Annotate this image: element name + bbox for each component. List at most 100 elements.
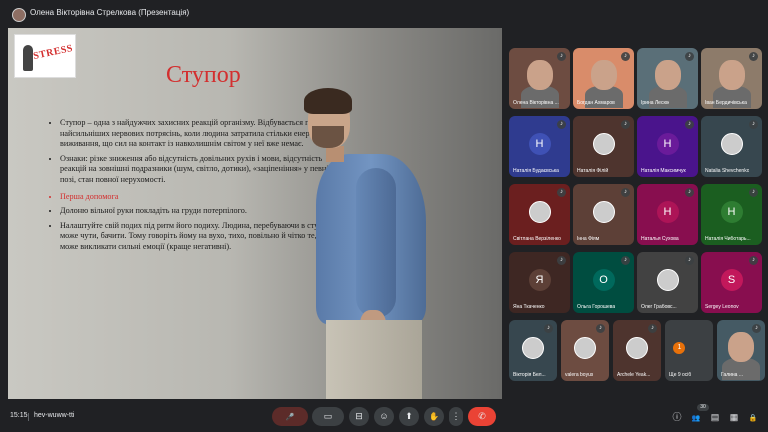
participant-tile[interactable]: ♪ Світлана Верзіленко	[509, 184, 570, 245]
mic-muted-icon: ♪	[557, 52, 566, 61]
participant-name: Олег Грабовс...	[641, 304, 677, 310]
participant-name: Інна Фіям	[577, 236, 600, 242]
participant-tile[interactable]: 1 Ще 9 осіб	[665, 320, 713, 381]
mic-muted-icon: ♪	[749, 120, 758, 129]
participant-name: Наталія Філій	[577, 168, 609, 174]
emoji-icon: ☺	[379, 411, 389, 421]
present-button[interactable]: ⬆	[399, 407, 419, 426]
participant-tile[interactable]: Н ♪ Наталія Будаєвська	[509, 116, 570, 177]
chat-button[interactable]: ▤	[708, 410, 722, 424]
mic-muted-icon: ♪	[621, 120, 630, 129]
participant-name: Галина ...	[721, 372, 744, 378]
participant-photo-avatar	[592, 201, 615, 224]
participant-tile[interactable]: ♪ Наталія Філій	[573, 116, 634, 177]
mic-muted-icon: ♪	[544, 324, 553, 333]
mic-muted-icon: ♪	[557, 188, 566, 197]
presentation-slide: STRESS Ступор Ступор – одна з найдужчих …	[8, 28, 502, 399]
meeting-time: 15:15	[10, 412, 28, 419]
participant-initial-avatar: Н	[528, 133, 551, 156]
participant-initial-avatar: Я	[528, 269, 551, 292]
participant-name: Вікторія Бел...	[513, 372, 546, 378]
end-call-icon: ✆	[478, 411, 486, 421]
people-button[interactable]: 👥	[689, 410, 703, 424]
presenter-label: Олена Вікторівна Стрелкова (Презентація)	[30, 8, 190, 17]
camera-toggle-button[interactable]: ▭	[312, 407, 344, 426]
participant-initial-avatar: Н	[720, 201, 743, 224]
camera-icon: ▭	[323, 411, 333, 421]
meeting-code: hev-wuww-tti	[34, 412, 75, 419]
top-bar: Олена Вікторівна Стрелкова (Презентація)	[0, 0, 768, 28]
present-icon: ⬆	[405, 411, 413, 421]
participant-name: Наталья Сухова	[641, 236, 679, 242]
mic-muted-icon: ♪	[621, 188, 630, 197]
bottom-toolbar: 15:15 hev-wuww-tti 🎤 ▭ ⊟ ☺ ⬆ ✋ ⋮ ✆ ⓘ 30 …	[0, 402, 768, 432]
participant-tile[interactable]: ♪ Вікторія Бел...	[509, 320, 557, 381]
mic-muted-icon: ♪	[749, 188, 758, 197]
participant-tile[interactable]: S ♪ Sergey Leonov	[701, 252, 762, 313]
participant-tile[interactable]: ♪ Інна Фіям	[573, 184, 634, 245]
more-participants-avatar: 1	[673, 342, 686, 355]
chat-icon: ▤	[710, 412, 720, 422]
more-options-button[interactable]: ⋮	[449, 407, 463, 426]
mic-muted-icon: ♪	[685, 52, 694, 61]
participant-video-face	[718, 60, 745, 90]
meeting-info-button[interactable]: ⓘ	[670, 410, 684, 424]
participant-name: Олена Вікторівна ...	[513, 100, 559, 106]
participant-name: Ірина Лесюк	[641, 100, 670, 106]
mic-muted-icon: ♪	[685, 188, 694, 197]
participant-initial-avatar: О	[592, 269, 615, 292]
participant-tile[interactable]: Н ♪ Наталія Максимчук	[637, 116, 698, 177]
divider	[28, 413, 29, 421]
activities-button[interactable]: ▦	[727, 410, 741, 424]
people-icon: 👥	[691, 415, 701, 422]
participant-name: valera boyus	[565, 372, 594, 378]
participant-tile[interactable]: Н ♪ Наталія Чиботарь...	[701, 184, 762, 245]
participant-name: Іван Бердичівська	[705, 100, 747, 106]
captions-button[interactable]: ⊟	[349, 407, 369, 426]
participant-name: Natalia Shevchenko	[705, 168, 750, 174]
participant-tile[interactable]: ♪ Ірина Лесюк	[637, 48, 698, 109]
mic-off-icon: 🎤	[285, 414, 295, 421]
stress-figure-icon	[23, 45, 33, 71]
mic-toggle-button[interactable]: 🎤	[272, 407, 308, 426]
mic-muted-icon: ♪	[621, 256, 630, 265]
raise-hand-icon: ✋	[429, 412, 439, 421]
mic-muted-icon: ♪	[749, 256, 758, 265]
participant-photo-avatar	[528, 201, 551, 224]
participant-name: Ольга Горошева	[577, 304, 616, 310]
participant-name: Наталія Будаєвська	[513, 168, 559, 174]
participant-initial-avatar: S	[720, 269, 743, 292]
host-controls-button[interactable]: 🔒	[746, 410, 760, 424]
participant-tile[interactable]: О ♪ Ольга Горошева	[573, 252, 634, 313]
raise-hand-button[interactable]: ✋	[424, 407, 444, 426]
participant-tile[interactable]: ♪ Archele Yeak...	[613, 320, 661, 381]
participant-tile[interactable]: Н ♪ Наталья Сухова	[637, 184, 698, 245]
participant-tile[interactable]: ♪ Іван Бердичівська	[701, 48, 762, 109]
participant-video-face	[654, 60, 681, 90]
participant-photo-avatar	[626, 337, 648, 360]
mic-muted-icon: ♪	[752, 324, 761, 333]
presenter-avatar	[12, 8, 26, 22]
participant-tile[interactable]: Я ♪ Яна Ткаченко	[509, 252, 570, 313]
reactions-button[interactable]: ☺	[374, 407, 394, 426]
participant-tile[interactable]: ♪ Олег Грабовс...	[637, 252, 698, 313]
participant-tile[interactable]: ♪ Олена Вікторівна ...	[509, 48, 570, 109]
mic-muted-icon: ♪	[621, 52, 630, 61]
participant-name: Яна Ткаченко	[513, 304, 545, 310]
end-call-button[interactable]: ✆	[468, 407, 496, 426]
mic-muted-icon: ♪	[685, 256, 694, 265]
mic-muted-icon: ♪	[557, 120, 566, 129]
participant-tile[interactable]: ♪ Богдан Ахмаров	[573, 48, 634, 109]
info-icon: ⓘ	[672, 412, 682, 422]
participant-tile[interactable]: ♪ valera boyus	[561, 320, 609, 381]
participant-tile[interactable]: ♪ Галина ...	[717, 320, 765, 381]
stress-logo-text: STRESS	[32, 42, 74, 63]
mic-muted-icon: ♪	[749, 52, 758, 61]
slide-title: Ступор	[166, 62, 241, 88]
participant-name: Archele Yeak...	[617, 372, 651, 378]
participant-photo-avatar	[592, 133, 615, 156]
participant-photo-avatar	[522, 337, 544, 360]
mic-muted-icon: ♪	[685, 120, 694, 129]
participant-initial-avatar: Н	[656, 133, 679, 156]
participant-tile[interactable]: ♪ Natalia Shevchenko	[701, 116, 762, 177]
